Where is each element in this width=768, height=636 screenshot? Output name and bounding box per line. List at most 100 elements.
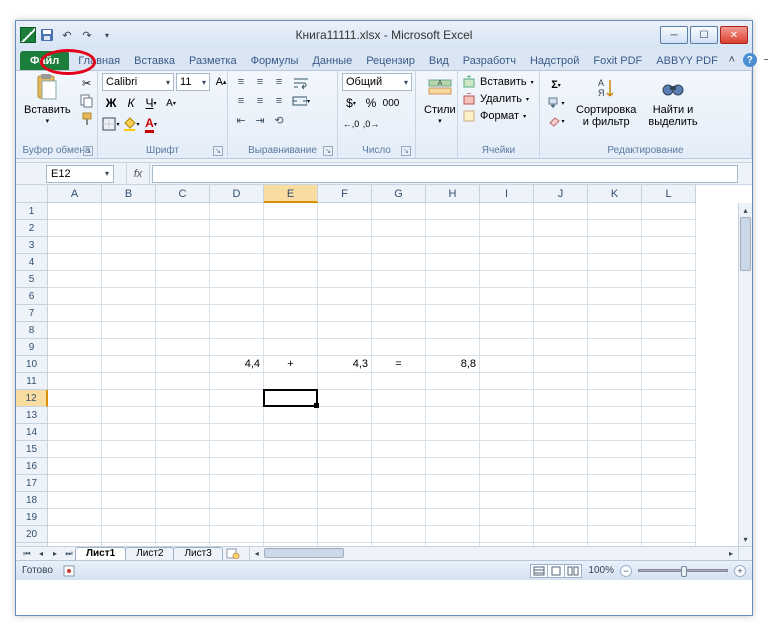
- cell[interactable]: [588, 271, 642, 288]
- cell[interactable]: [534, 220, 588, 237]
- cell[interactable]: [210, 458, 264, 475]
- cell[interactable]: [48, 356, 102, 373]
- cell[interactable]: [156, 254, 210, 271]
- sheet-nav-prev[interactable]: ◂: [34, 548, 48, 560]
- cell[interactable]: [318, 254, 372, 271]
- qat-undo-button[interactable]: ↶: [58, 26, 76, 44]
- cell[interactable]: [372, 526, 426, 543]
- cell[interactable]: +: [264, 356, 318, 373]
- cell[interactable]: [156, 509, 210, 526]
- percent-button[interactable]: %: [362, 94, 380, 112]
- cell[interactable]: [588, 237, 642, 254]
- cell[interactable]: [210, 271, 264, 288]
- cell[interactable]: [426, 441, 480, 458]
- cell[interactable]: [480, 458, 534, 475]
- row-header[interactable]: 18: [16, 492, 48, 509]
- cell[interactable]: [642, 390, 696, 407]
- scroll-right-button[interactable]: ▸: [724, 547, 738, 560]
- cell[interactable]: [48, 475, 102, 492]
- hscroll-thumb[interactable]: [264, 548, 344, 558]
- increase-indent-button[interactable]: ⇥: [251, 111, 269, 129]
- cell[interactable]: [48, 322, 102, 339]
- fill-color-button[interactable]: ▾: [122, 115, 140, 133]
- cell[interactable]: [48, 305, 102, 322]
- shrink-font-button[interactable]: A▾: [162, 94, 180, 112]
- zoom-value[interactable]: 100%: [588, 565, 614, 576]
- cell[interactable]: [534, 509, 588, 526]
- row-header[interactable]: 14: [16, 424, 48, 441]
- cell[interactable]: [426, 373, 480, 390]
- cell[interactable]: [318, 220, 372, 237]
- cell[interactable]: [480, 492, 534, 509]
- font-size-combo[interactable]: 11▾: [176, 73, 210, 91]
- cell[interactable]: [102, 390, 156, 407]
- cell[interactable]: [318, 339, 372, 356]
- new-sheet-button[interactable]: [225, 548, 241, 560]
- view-page-layout-button[interactable]: [547, 564, 565, 578]
- help-button[interactable]: ?: [743, 53, 757, 67]
- styles-button[interactable]: A Стили ▾: [420, 73, 460, 127]
- cell[interactable]: [264, 407, 318, 424]
- cell[interactable]: [156, 407, 210, 424]
- cell[interactable]: [318, 441, 372, 458]
- cell[interactable]: [102, 237, 156, 254]
- cell[interactable]: [642, 356, 696, 373]
- cell[interactable]: [156, 390, 210, 407]
- cell[interactable]: [372, 339, 426, 356]
- workbook-minimize-button[interactable]: ─: [761, 53, 768, 67]
- cell[interactable]: [426, 237, 480, 254]
- tab-developer[interactable]: Разработч: [456, 51, 523, 70]
- number-format-combo[interactable]: Общий▾: [342, 73, 412, 91]
- tab-file[interactable]: Файл: [20, 51, 69, 70]
- cell[interactable]: [318, 390, 372, 407]
- cell[interactable]: [534, 373, 588, 390]
- cell[interactable]: [48, 390, 102, 407]
- cell[interactable]: [534, 271, 588, 288]
- cell[interactable]: [102, 526, 156, 543]
- cell[interactable]: [48, 458, 102, 475]
- cell[interactable]: [210, 322, 264, 339]
- cell[interactable]: [48, 492, 102, 509]
- cell[interactable]: [264, 220, 318, 237]
- cell[interactable]: [318, 305, 372, 322]
- row-header[interactable]: 3: [16, 237, 48, 254]
- cell[interactable]: [480, 424, 534, 441]
- cell[interactable]: [642, 475, 696, 492]
- cell[interactable]: [318, 322, 372, 339]
- cell[interactable]: [264, 271, 318, 288]
- cell[interactable]: [210, 509, 264, 526]
- cell[interactable]: [210, 254, 264, 271]
- cell[interactable]: [48, 237, 102, 254]
- cell[interactable]: [156, 271, 210, 288]
- borders-button[interactable]: ▾: [102, 115, 120, 133]
- cell[interactable]: [102, 407, 156, 424]
- cell[interactable]: [372, 220, 426, 237]
- cell[interactable]: [480, 339, 534, 356]
- cell[interactable]: [48, 220, 102, 237]
- cell[interactable]: [318, 458, 372, 475]
- cell[interactable]: [480, 356, 534, 373]
- cell[interactable]: [480, 390, 534, 407]
- cell[interactable]: [534, 526, 588, 543]
- cell[interactable]: [372, 237, 426, 254]
- cell[interactable]: [264, 526, 318, 543]
- cell[interactable]: [426, 509, 480, 526]
- cell[interactable]: [102, 424, 156, 441]
- cell[interactable]: [426, 407, 480, 424]
- vscroll-thumb[interactable]: [740, 217, 751, 271]
- cell[interactable]: [210, 407, 264, 424]
- italic-button[interactable]: К: [122, 94, 140, 112]
- cell[interactable]: [426, 390, 480, 407]
- cell[interactable]: [48, 271, 102, 288]
- maximize-button[interactable]: ☐: [690, 26, 718, 44]
- tab-review[interactable]: Рецензир: [359, 51, 422, 70]
- cell[interactable]: [588, 373, 642, 390]
- tab-addins[interactable]: Надстрой: [523, 51, 586, 70]
- cell[interactable]: [102, 220, 156, 237]
- cell[interactable]: [48, 288, 102, 305]
- cell[interactable]: [48, 509, 102, 526]
- cell[interactable]: [480, 475, 534, 492]
- tab-data[interactable]: Данные: [305, 51, 359, 70]
- cell[interactable]: [534, 237, 588, 254]
- cell[interactable]: [318, 373, 372, 390]
